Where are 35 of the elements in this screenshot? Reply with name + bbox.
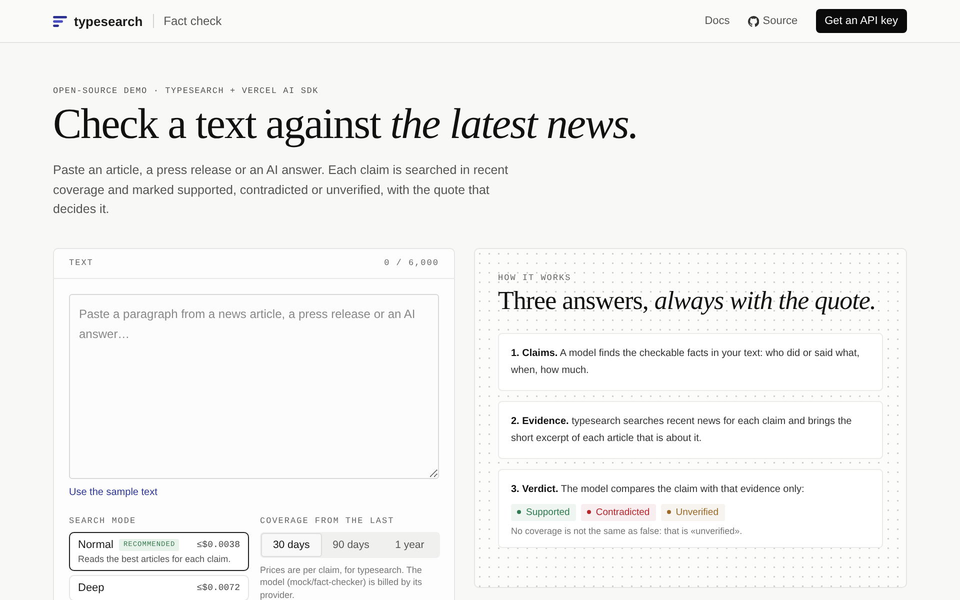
page-title: Check a text against the latest news. <box>53 102 640 148</box>
intro-text: Paste an article, a press release or an AI answer. Each claim is searched in recent coverage and marked supported, contradicted or unverified, with the quote that decides it. <box>53 162 510 218</box>
search-mode-label: SEARCH MODE <box>69 516 138 526</box>
verdict-tag: Supported <box>511 504 576 521</box>
coverage-label: COVERAGE FROM THE LAST <box>260 516 396 526</box>
verdict-tag: Contradicted <box>580 504 656 521</box>
character-counter: 0 / 6,000 <box>384 258 439 268</box>
step-text: 3. Verdict. The model compares the claim with that evidence only: <box>511 482 806 497</box>
pricing-note: Prices are per claim, for typesearch. The model (mock/fact-checker) is billed by its provider. <box>260 564 424 600</box>
mode-name: Deep <box>78 582 104 594</box>
text-input-field[interactable]: Paste a paragraph from a news article, a press release or an AI answer… <box>69 294 439 479</box>
step-text: 2. Evidence. typesearch searches recent news for each claim and brings the short excerpt of each article that is about it. <box>511 414 853 446</box>
sample-text-link[interactable]: Use the sample text <box>69 486 158 498</box>
mode-price: ≤$0.0072 <box>196 582 240 593</box>
mode-description: Reads the best articles for each claim. <box>78 554 232 564</box>
coverage-option[interactable]: 90 days <box>322 532 380 557</box>
docs-link[interactable]: Docs <box>704 15 730 27</box>
mode-name: Normal <box>78 538 114 551</box>
search-mode-option[interactable]: Deep ≤$0.0072 <box>69 574 249 600</box>
eyebrow-text: HOW IT WORKS <box>498 272 572 283</box>
api-key-button[interactable]: Get an API key <box>816 9 907 33</box>
coverage-option[interactable]: 1 year <box>380 532 440 557</box>
section-title: Fact check <box>164 14 222 28</box>
mode-price: ≤$0.0038 <box>196 540 240 550</box>
coverage-option[interactable]: 30 days <box>261 532 322 557</box>
brand-name[interactable]: typesearch <box>74 14 143 28</box>
field-label: TEXT <box>69 258 94 268</box>
github-icon <box>748 16 759 26</box>
source-link[interactable]: Source <box>748 15 798 27</box>
verdict-tag: Unverified <box>660 504 724 521</box>
step-text: 1. Claims. A model finds the checkable facts in your text: who did or said what, when, how much. <box>511 346 861 378</box>
step-note: No coverage is not the same as false: that is «unverified». <box>511 526 744 536</box>
section-title: Three answers, always with the quote. <box>498 286 877 316</box>
logo-icon <box>53 16 67 26</box>
eyebrow-text: OPEN-SOURCE DEMO · TYPESEARCH + VERCEL AI SDK <box>53 86 320 96</box>
